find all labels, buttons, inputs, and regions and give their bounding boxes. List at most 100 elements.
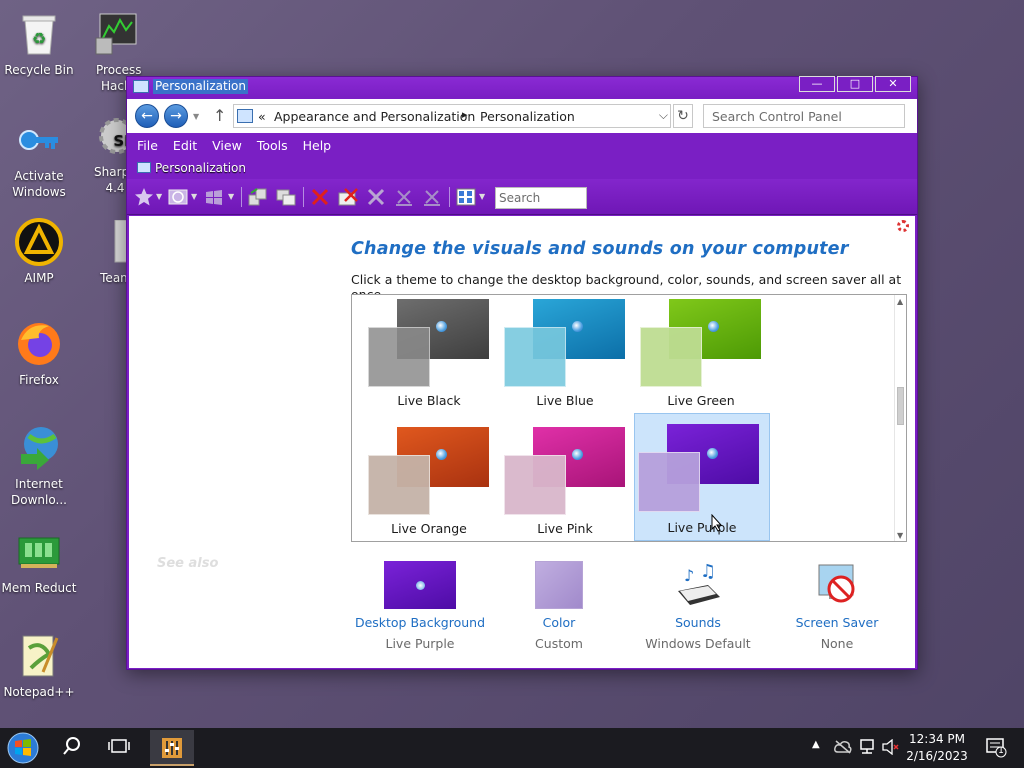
minimize-button[interactable]: — xyxy=(799,76,835,92)
aimp-icon xyxy=(15,218,63,266)
svg-text:♻: ♻ xyxy=(32,29,46,48)
location-bar: Personalization xyxy=(127,157,917,179)
process-hacker-icon xyxy=(93,10,141,58)
theme-window-preview xyxy=(504,327,566,387)
theme-live-purple[interactable]: Live Purple xyxy=(634,413,770,541)
desktop-icon-mem-reduct[interactable]: Mem Reduct xyxy=(0,528,78,596)
history-icon[interactable] xyxy=(167,187,189,207)
desktop-background-option[interactable]: Desktop Background Live Purple xyxy=(345,561,495,651)
delete-icon[interactable] xyxy=(309,187,331,207)
cut-icon[interactable] xyxy=(365,187,387,207)
svg-text:♪: ♪ xyxy=(684,566,694,585)
desktop-icon-firefox[interactable]: Firefox xyxy=(0,320,78,388)
favorites-star-icon[interactable] xyxy=(133,187,155,207)
cloud-sync-icon[interactable] xyxy=(834,740,852,757)
desktop-icon-label: Mem Reduct xyxy=(1,581,77,595)
desktop-icon-label: Internet Downlo... xyxy=(11,477,67,507)
back-button[interactable]: ← xyxy=(135,104,159,128)
theme-live-green[interactable]: Live Green xyxy=(638,297,774,423)
windows-start-orb-icon xyxy=(7,732,39,764)
toolbar-separator xyxy=(449,187,450,207)
recent-pages-dropdown-icon[interactable]: ▼ xyxy=(193,112,199,121)
notepadpp-icon xyxy=(15,632,63,680)
copy-to-icon[interactable] xyxy=(275,187,297,207)
theme-label: Live Pink xyxy=(537,521,593,536)
maximize-button[interactable]: □ xyxy=(837,76,873,92)
tray-overflow-icon[interactable]: ▲ xyxy=(812,739,820,750)
address-field[interactable]: « Appearance and Personalization ▸ Perso… xyxy=(233,104,671,128)
scroll-down-icon[interactable]: ▼ xyxy=(897,531,903,540)
theme-window-preview xyxy=(640,327,702,387)
help-icon[interactable] xyxy=(897,220,909,232)
key-icon xyxy=(15,116,63,164)
menu-view[interactable]: View xyxy=(212,138,242,153)
volume-muted-icon[interactable] xyxy=(882,738,900,758)
refresh-button[interactable]: ↻ xyxy=(673,104,693,128)
clock-date[interactable]: 2/16/2023 xyxy=(900,749,974,763)
desktop-icon-recycle-bin[interactable]: ♻ Recycle Bin xyxy=(0,10,78,78)
windows-dropdown-icon[interactable]: ▼ xyxy=(228,192,234,201)
desktop-icon-activate-windows[interactable]: Activate Windows xyxy=(0,116,78,200)
address-dropdown-icon[interactable]: ⌵ xyxy=(659,108,668,123)
theme-live-blue[interactable]: Live Blue xyxy=(502,297,638,423)
theme-list-scrollbar[interactable]: ▲ ▼ xyxy=(894,295,906,541)
windows-orb-icon xyxy=(436,449,447,460)
screen-saver-option[interactable]: Screen Saver None xyxy=(762,561,912,651)
menu-file[interactable]: File xyxy=(137,138,158,153)
sounds-icon: ♪ ♫ xyxy=(674,561,722,609)
crumb-separator-icon[interactable]: ▸ xyxy=(462,108,468,121)
start-button[interactable] xyxy=(4,731,42,765)
taskbar: ▲ 12:34 PM 2/16/2023 1 xyxy=(0,728,1024,768)
scroll-up-icon[interactable]: ▲ xyxy=(897,297,903,306)
color-option[interactable]: Color Custom xyxy=(484,561,634,651)
option-title[interactable]: Color xyxy=(484,615,634,630)
search-icon[interactable] xyxy=(62,736,82,759)
crumb-personalization[interactable]: Personalization xyxy=(480,109,575,124)
desktop-icon-label: Notepad++ xyxy=(3,685,75,699)
undo-icon[interactable] xyxy=(393,187,415,207)
delete-permanently-icon[interactable] xyxy=(337,187,359,207)
up-arrow-icon[interactable]: ↑ xyxy=(213,106,226,125)
view-options-icon[interactable] xyxy=(455,187,477,207)
sounds-option[interactable]: ♪ ♫ Sounds Windows Default xyxy=(623,561,773,651)
option-title[interactable]: Sounds xyxy=(623,615,773,630)
task-view-icon[interactable] xyxy=(108,736,130,759)
windows-orb-icon xyxy=(708,321,719,332)
theme-label: Live Orange xyxy=(391,521,467,536)
clock-time[interactable]: 12:34 PM xyxy=(900,732,974,746)
address-overflow[interactable]: « xyxy=(258,109,266,124)
windows-logo-icon[interactable] xyxy=(203,187,225,207)
desktop-icon-aimp[interactable]: AIMP xyxy=(0,218,78,286)
history-dropdown-icon[interactable]: ▼ xyxy=(191,192,197,201)
toolbar-separator xyxy=(241,187,242,207)
desktop-icon-notepadpp[interactable]: Notepad++ xyxy=(0,632,78,700)
search-control-panel-input[interactable] xyxy=(703,104,905,128)
theme-live-orange[interactable]: Live Orange xyxy=(366,425,502,541)
crumb-appearance-personalization[interactable]: Appearance and Personalization xyxy=(274,109,475,124)
option-title[interactable]: Screen Saver xyxy=(762,615,912,630)
menu-tools[interactable]: Tools xyxy=(257,138,288,153)
content-pane: Change the visuals and sounds on your co… xyxy=(129,216,915,668)
network-icon[interactable] xyxy=(858,739,876,758)
move-to-icon[interactable] xyxy=(247,187,269,207)
close-button[interactable]: ✕ xyxy=(875,76,911,92)
desktop-icon-internet-download-manager[interactable]: Internet Downlo... xyxy=(0,424,78,508)
theme-live-pink[interactable]: Live Pink xyxy=(502,425,638,541)
favorites-dropdown-icon[interactable]: ▼ xyxy=(156,192,162,201)
menu-help[interactable]: Help xyxy=(303,138,332,153)
theme-window-preview xyxy=(638,452,700,512)
window-title: Personalization xyxy=(153,79,248,94)
taskbar-app-control-panel[interactable] xyxy=(150,730,194,766)
view-options-dropdown-icon[interactable]: ▼ xyxy=(479,192,485,201)
scroll-thumb[interactable] xyxy=(897,387,904,425)
forward-button[interactable]: → xyxy=(164,104,188,128)
mem-reduct-icon xyxy=(15,528,63,576)
menu-edit[interactable]: Edit xyxy=(173,138,197,153)
option-title[interactable]: Desktop Background xyxy=(345,615,495,630)
title-bar[interactable]: Personalization — □ ✕ xyxy=(127,76,917,97)
redo-icon[interactable] xyxy=(421,187,443,207)
theme-label: Live Purple xyxy=(667,520,737,535)
theme-live-black[interactable]: Live Black xyxy=(366,297,502,423)
toolbar-search-input[interactable] xyxy=(495,187,587,209)
firefox-icon xyxy=(15,320,63,368)
